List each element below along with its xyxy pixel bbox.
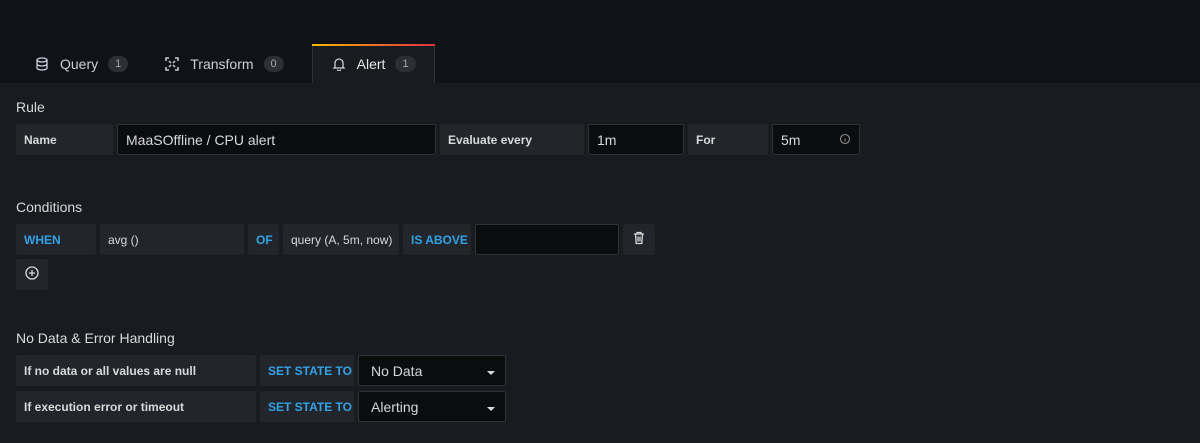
conditions-section-title: Conditions: [16, 199, 83, 215]
evaluate-every-input[interactable]: 1m: [588, 124, 684, 155]
when-keyword: WHEN: [16, 224, 96, 255]
transform-icon: [164, 56, 180, 72]
trash-icon: [633, 231, 645, 248]
tab-alert-count: 1: [395, 56, 416, 72]
no-data-state-value: No Data: [371, 362, 423, 379]
rule-name-input[interactable]: MaaSOffline / CPU alert: [117, 124, 436, 155]
query-select[interactable]: query (A, 5m, now): [283, 224, 399, 255]
bell-icon: [331, 56, 347, 72]
reducer-select[interactable]: avg (): [100, 224, 244, 255]
set-state-keyword: SET STATE TO: [260, 355, 354, 386]
exec-error-label: If execution error or timeout: [16, 391, 256, 422]
tab-transform-count: 0: [263, 55, 284, 72]
for-input[interactable]: 5m: [772, 124, 860, 155]
name-label: Name: [16, 124, 113, 155]
no-data-section-title: No Data & Error Handling: [16, 330, 175, 346]
tab-query[interactable]: Query 1: [16, 44, 146, 83]
editor-tabs: Query 1 Transform 0 Alert 1: [16, 44, 435, 83]
tab-transform[interactable]: Transform 0: [146, 44, 301, 83]
of-keyword: OF: [248, 224, 279, 255]
delete-condition-button[interactable]: [623, 224, 655, 255]
set-state-keyword: SET STATE TO: [260, 391, 354, 422]
caret-down-icon: [487, 406, 495, 411]
tab-transform-label: Transform: [190, 55, 254, 72]
caret-down-icon: [487, 370, 495, 375]
exec-error-state-select[interactable]: Alerting: [358, 391, 506, 422]
evaluator-select[interactable]: IS ABOVE: [403, 224, 471, 255]
threshold-input[interactable]: [475, 224, 619, 255]
exec-error-state-value: Alerting: [371, 398, 419, 415]
no-data-label: If no data or all values are null: [16, 355, 256, 386]
for-value: 5m: [781, 131, 801, 148]
info-icon[interactable]: [839, 132, 851, 148]
tab-query-label: Query: [60, 55, 99, 72]
tab-query-count: 1: [108, 55, 129, 72]
plus-circle-icon: [25, 266, 39, 283]
tab-alert-label: Alert: [356, 56, 386, 72]
database-icon: [34, 56, 50, 72]
evaluate-every-label: Evaluate every: [440, 124, 584, 155]
for-label: For: [688, 124, 768, 155]
rule-section-title: Rule: [16, 99, 45, 115]
add-condition-button[interactable]: [16, 259, 48, 290]
no-data-state-select[interactable]: No Data: [358, 355, 506, 386]
tab-alert[interactable]: Alert 1: [311, 44, 435, 83]
